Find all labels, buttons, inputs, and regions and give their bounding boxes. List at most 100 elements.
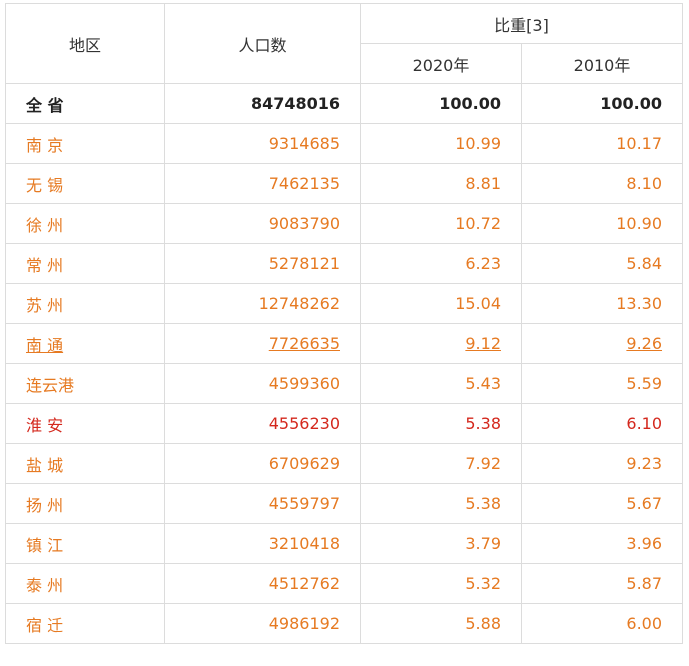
cell-region: 泰 州 — [5, 563, 165, 604]
cell-share-2010: 9.23 — [520, 443, 684, 484]
cell-region-text: 南 京 — [26, 135, 64, 155]
cell-share-2020: 15.04 — [360, 283, 522, 324]
cell-region: 镇 江 — [5, 523, 165, 564]
table-row: 苏 州 12748262 15.04 13.30 — [5, 283, 684, 324]
cell-share-2020[interactable]: 9.12 — [360, 323, 522, 364]
cell-share-2020-text: 5.38 — [465, 494, 501, 513]
cell-share-2010-text: 6.10 — [626, 414, 663, 433]
cell-share-2010-text: 6.00 — [626, 614, 663, 633]
table-row: 无 锡 7462135 8.81 8.10 — [5, 163, 684, 204]
cell-share-2020-text: 7.92 — [465, 454, 501, 473]
cell-share-2020: 7.92 — [360, 443, 522, 484]
cell-share-2010: 3.96 — [520, 523, 684, 564]
cell-population: 84748016 — [164, 83, 361, 124]
cell-region-text: 盐 城 — [26, 455, 64, 475]
cell-share-2020: 6.23 — [360, 243, 522, 284]
cell-population: 4512762 — [164, 563, 361, 604]
cell-population-text: 6709629 — [268, 454, 340, 473]
cell-share-2020: 3.79 — [360, 523, 522, 564]
cell-share-2020: 5.38 — [360, 403, 522, 444]
cell-population: 3210418 — [164, 523, 361, 564]
table-row: 连云港 4599360 5.43 5.59 — [5, 363, 684, 404]
cell-population-text: 4559797 — [268, 494, 340, 513]
cell-region: 常 州 — [5, 243, 165, 284]
cell-share-2010-text: 3.96 — [626, 534, 663, 553]
header-share: 比重[3] — [359, 3, 684, 44]
table-row: 盐 城 6709629 7.92 9.23 — [5, 443, 684, 484]
header-year-2020: 2020年 — [360, 43, 522, 84]
table-row: 徐 州 9083790 10.72 10.90 — [5, 203, 684, 244]
cell-population: 4986192 — [164, 603, 361, 644]
cell-share-2020-text: 3.79 — [465, 534, 501, 553]
header-population: 人口数 — [164, 3, 361, 84]
cell-share-2020-text[interactable]: 9.12 — [465, 334, 501, 353]
cell-share-2020: 100.00 — [360, 83, 522, 124]
cell-region: 全 省 — [5, 83, 165, 124]
cell-share-2010: 5.84 — [520, 243, 684, 284]
cell-region: 扬 州 — [5, 483, 165, 524]
cell-region-text: 宿 迁 — [26, 615, 64, 635]
cell-share-2020-text: 6.23 — [465, 254, 501, 273]
cell-share-2020-text: 10.72 — [455, 214, 501, 233]
cell-share-2010-text: 5.59 — [626, 374, 663, 393]
cell-share-2020: 10.72 — [360, 203, 522, 244]
cell-region-text: 无 锡 — [26, 175, 64, 195]
header-row-1: 地区 人口数 比重[3] — [5, 3, 684, 84]
table-row: 扬 州 4559797 5.38 5.67 — [5, 483, 684, 524]
table-row: 常 州 5278121 6.23 5.84 — [5, 243, 684, 284]
cell-share-2010: 8.10 — [520, 163, 684, 204]
cell-population: 9314685 — [164, 123, 361, 164]
cell-region[interactable]: 南 通 — [5, 323, 165, 364]
cell-region-text: 淮 安 — [26, 415, 64, 435]
cell-share-2010-text[interactable]: 9.26 — [626, 334, 662, 353]
cell-share-2010-text: 9.23 — [626, 454, 663, 473]
cell-region: 苏 州 — [5, 283, 165, 324]
cell-population-text: 12748262 — [258, 294, 340, 313]
cell-share-2010-text: 5.87 — [626, 574, 663, 593]
cell-share-2010[interactable]: 9.26 — [520, 323, 684, 364]
cell-share-2020: 5.43 — [360, 363, 522, 404]
cell-region-text: 徐 州 — [26, 215, 64, 235]
cell-population-text: 9314685 — [268, 134, 340, 153]
cell-share-2020-text: 8.81 — [465, 174, 501, 193]
table-row-total: 全 省 84748016 100.00 100.00 — [5, 83, 684, 124]
table-row: 淮 安 4556230 5.38 6.10 — [5, 403, 684, 444]
cell-share-2020: 10.99 — [360, 123, 522, 164]
cell-region-text: 镇 江 — [26, 535, 64, 555]
cell-share-2010: 100.00 — [520, 83, 684, 124]
table-row: 宿 迁 4986192 5.88 6.00 — [5, 603, 684, 644]
cell-population: 12748262 — [164, 283, 361, 324]
cell-region-text[interactable]: 南 通 — [26, 336, 63, 355]
cell-share-2010: 5.59 — [520, 363, 684, 404]
cell-population: 9083790 — [164, 203, 361, 244]
cell-share-2010-text: 8.10 — [626, 174, 663, 193]
cell-population: 4599360 — [164, 363, 361, 404]
cell-population-text[interactable]: 7726635 — [269, 334, 340, 353]
cell-share-2020-text: 5.38 — [465, 414, 501, 433]
cell-region: 徐 州 — [5, 203, 165, 244]
cell-share-2010: 10.17 — [520, 123, 684, 164]
cell-share-2020: 5.38 — [360, 483, 522, 524]
table-row[interactable]: 南 通 7726635 9.12 9.26 — [5, 323, 684, 364]
cell-region: 无 锡 — [5, 163, 165, 204]
cell-population: 4556230 — [164, 403, 361, 444]
cell-population[interactable]: 7726635 — [164, 323, 361, 364]
cell-share-2010-text: 13.30 — [616, 294, 663, 313]
cell-region: 南 京 — [5, 123, 165, 164]
cell-share-2020-text: 5.88 — [465, 614, 501, 633]
cell-share-2010-text: 5.84 — [626, 254, 663, 273]
cell-region: 淮 安 — [5, 403, 165, 444]
cell-share-2020-text: 5.32 — [465, 574, 501, 593]
cell-population: 6709629 — [164, 443, 361, 484]
cell-share-2010-text: 10.90 — [616, 214, 663, 233]
cell-share-2010: 10.90 — [520, 203, 684, 244]
cell-share-2020: 5.88 — [360, 603, 522, 644]
cell-share-2010: 5.67 — [520, 483, 684, 524]
cell-share-2010-text: 10.17 — [616, 134, 663, 153]
cell-share-2020-text: 10.99 — [455, 134, 501, 153]
cell-share-2010: 6.10 — [520, 403, 684, 444]
cell-population-text: 4986192 — [268, 614, 340, 633]
cell-population-text: 3210418 — [268, 534, 340, 553]
cell-population-text: 4599360 — [268, 374, 340, 393]
cell-region-text: 连云港 — [26, 375, 75, 395]
